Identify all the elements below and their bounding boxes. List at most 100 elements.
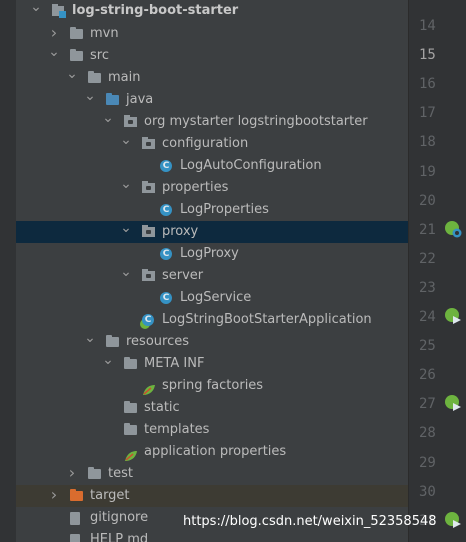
chevron-right-icon[interactable]: ›: [48, 23, 60, 45]
tree-row-logautoconfiguration[interactable]: C LogAutoConfiguration: [16, 155, 408, 177]
chevron-down-icon[interactable]: ⌄: [48, 45, 60, 67]
tree-row-label: spring factories: [162, 378, 264, 393]
source-folder-icon: [106, 93, 119, 105]
tree-row-label: main: [108, 70, 141, 85]
tree-row-label: test: [108, 466, 133, 481]
tree-row-label: LogProxy: [180, 246, 239, 261]
line-number: 14: [419, 18, 436, 34]
tree-row-label: LogProperties: [180, 202, 269, 217]
tree-row-application-properties[interactable]: application properties: [16, 441, 408, 463]
tree-row-logservice[interactable]: C LogService: [16, 287, 408, 309]
tree-row-test[interactable]: › test: [16, 463, 408, 485]
file-icon: [70, 534, 80, 542]
tree-row-label: target: [90, 488, 130, 503]
tree-row-meta-inf[interactable]: ⌄ META INF: [16, 353, 408, 375]
line-number: 29: [419, 455, 436, 471]
class-icon: C: [160, 292, 172, 304]
tree-row-properties[interactable]: ⌄ properties: [16, 177, 408, 199]
folder-icon: [70, 49, 83, 61]
tree-row-target[interactable]: › target: [16, 485, 408, 507]
folder-icon: [70, 27, 83, 39]
line-number: 17: [419, 105, 436, 121]
spring-bean-icon[interactable]: [444, 220, 462, 238]
tree-row-templates[interactable]: templates: [16, 419, 408, 441]
spring-run-icon[interactable]: [444, 307, 462, 325]
spring-properties-icon: [124, 448, 138, 461]
watermark: https://blog.csdn.net/weixin_52358548: [183, 514, 437, 529]
tree-row-configuration[interactable]: ⌄ configuration: [16, 133, 408, 155]
project-tree: ⌄ log-string-boot-starter › mvn ⌄ src ⌄ main ⌄ ja…: [0, 0, 408, 542]
tree-row-label: gitignore: [90, 510, 149, 525]
tree-row-label: LogAutoConfiguration: [180, 158, 322, 173]
package-icon: [142, 137, 155, 149]
package-icon: [124, 115, 137, 127]
tree-row-logproxy[interactable]: C LogProxy: [16, 243, 408, 265]
chevron-down-icon[interactable]: ⌄: [102, 353, 114, 375]
chevron-down-icon[interactable]: ⌄: [84, 331, 96, 353]
folder-icon: [88, 71, 101, 83]
line-number: 15: [419, 47, 436, 63]
line-number: 27: [419, 396, 436, 412]
tree-row-label: org mystarter logstringbootstarter: [144, 114, 368, 129]
folder-icon: [124, 357, 137, 369]
package-icon: [142, 181, 155, 193]
line-number: 28: [419, 425, 436, 441]
line-number: 18: [419, 134, 436, 150]
chevron-down-icon[interactable]: ⌄: [30, 0, 42, 22]
tree-row-label: templates: [144, 422, 210, 437]
tree-row-main[interactable]: ⌄ main: [16, 67, 408, 89]
folder-icon: [124, 401, 137, 413]
tree-row-label: META INF: [144, 356, 205, 371]
tree-row-label: LogService: [180, 290, 252, 305]
chevron-down-icon[interactable]: ⌄: [66, 67, 78, 89]
tree-row-static[interactable]: static: [16, 397, 408, 419]
package-icon: [142, 225, 155, 237]
line-number: 24: [419, 309, 436, 325]
class-icon: C: [160, 204, 172, 216]
chevron-right-icon[interactable]: ›: [48, 485, 60, 507]
line-number: 23: [419, 280, 436, 296]
chevron-down-icon[interactable]: ⌄: [120, 221, 132, 243]
tree-row-server[interactable]: ⌄ server: [16, 265, 408, 287]
folder-icon: [106, 335, 119, 347]
module-icon: [52, 4, 67, 18]
tree-row-help-md[interactable]: HELP md: [16, 529, 408, 542]
chevron-down-icon[interactable]: ⌄: [84, 89, 96, 111]
chevron-right-icon[interactable]: ›: [66, 463, 78, 485]
tree-row-label: log-string-boot-starter: [72, 3, 239, 18]
line-number: 16: [419, 76, 436, 92]
tree-row-label: src: [90, 48, 109, 63]
spring-run-icon[interactable]: [444, 511, 462, 529]
tree-row-label: properties: [162, 180, 229, 195]
chevron-down-icon[interactable]: ⌄: [120, 177, 132, 199]
tree-row-org-mystarter-logstringbootstarter[interactable]: ⌄ org mystarter logstringbootstarter: [16, 111, 408, 133]
spring-run-icon[interactable]: [444, 394, 462, 412]
tree-row-proxy[interactable]: ⌄ proxy: [16, 221, 408, 243]
spring-factories-icon: [142, 382, 156, 395]
spring-boot-class-icon: C: [142, 314, 154, 326]
tree-row-mvn[interactable]: › mvn: [16, 23, 408, 45]
tree-row-resources[interactable]: ⌄ resources: [16, 331, 408, 353]
tree-row-logproperties[interactable]: C LogProperties: [16, 199, 408, 221]
tree-row-src[interactable]: ⌄ src: [16, 45, 408, 67]
line-number: 20: [419, 193, 436, 209]
line-number: 26: [419, 367, 436, 383]
line-number: 30: [419, 484, 436, 500]
tree-row-spring-factories[interactable]: spring factories: [16, 375, 408, 397]
tree-row-label: mvn: [90, 26, 119, 41]
tree-row-label: configuration: [162, 136, 249, 151]
tree-row-label: LogStringBootStarterApplication: [162, 312, 372, 327]
folder-icon: [88, 467, 101, 479]
folder-icon: [124, 423, 137, 435]
tree-row-java[interactable]: ⌄ java: [16, 89, 408, 111]
chevron-down-icon[interactable]: ⌄: [120, 133, 132, 155]
chevron-down-icon[interactable]: ⌄: [120, 265, 132, 287]
tree-row-logstringbootstarterapplication[interactable]: C LogStringBootStarterApplication: [16, 309, 408, 331]
editor-gutter: 14 15 16 17 18 19 20 21 22 23 24 25 26 27 28 29 30 31: [408, 0, 466, 542]
tree-row-label: application properties: [144, 444, 287, 459]
line-number: 21: [419, 222, 436, 238]
tree-row-label: java: [126, 92, 154, 107]
chevron-down-icon[interactable]: ⌄: [102, 111, 114, 133]
tree-row-log-string-boot-starter[interactable]: ⌄ log-string-boot-starter: [16, 0, 408, 22]
file-icon: [70, 512, 80, 525]
